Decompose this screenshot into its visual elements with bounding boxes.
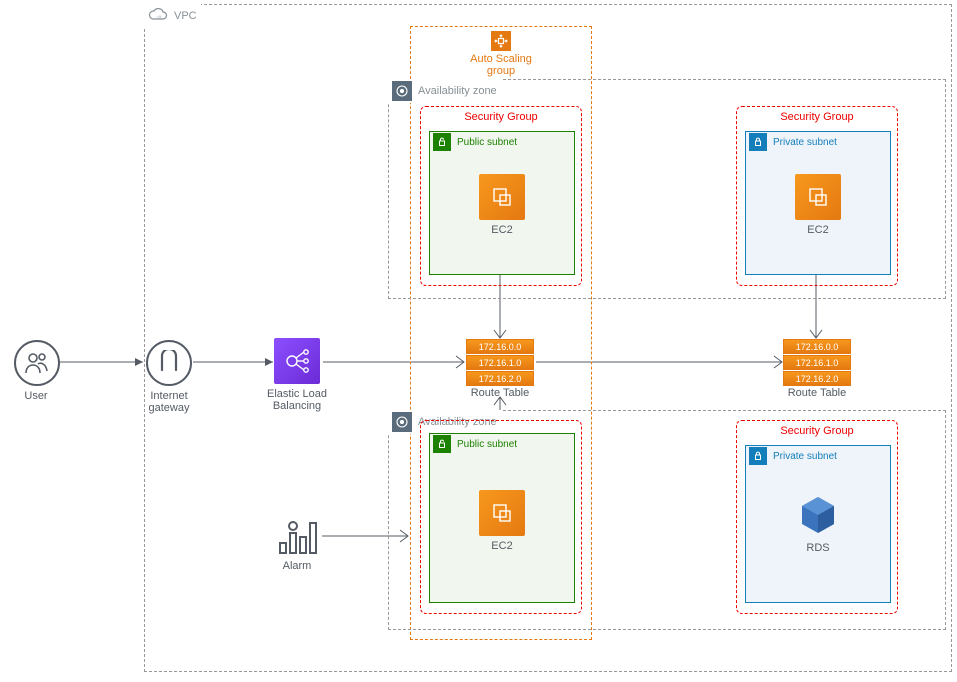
lock-icon bbox=[749, 447, 767, 465]
sg-label: Security Group bbox=[737, 425, 897, 437]
public-subnet-label: Public subnet bbox=[457, 439, 517, 450]
ec2-icon bbox=[479, 490, 525, 536]
ec2-node: EC2 bbox=[479, 174, 525, 236]
private-subnet-label: Private subnet bbox=[773, 451, 837, 462]
vpc-label: VPC bbox=[174, 10, 197, 22]
private-subnet-bottom: Private subnet RDS bbox=[745, 445, 891, 603]
auto-scaling-group-icon bbox=[491, 31, 511, 51]
route-entry: 172.16.2.0 bbox=[783, 371, 851, 386]
route-table-label: Route Table bbox=[466, 387, 534, 399]
security-group-bottom-left: Public subnet EC2 bbox=[420, 420, 582, 614]
rds-label: RDS bbox=[795, 542, 841, 554]
ec2-icon bbox=[795, 174, 841, 220]
route-table-left: 172.16.0.0 172.16.1.0 172.16.2.0 Route T… bbox=[466, 339, 534, 399]
rds-node: RDS bbox=[795, 492, 841, 554]
security-group-bottom-right: Security Group Private subnet RDS bbox=[736, 420, 898, 614]
lock-icon bbox=[433, 133, 451, 151]
alarm-icon bbox=[276, 516, 318, 558]
az-label: Availability zone bbox=[418, 85, 497, 97]
elastic-load-balancing-icon bbox=[274, 338, 320, 384]
ec2-node: EC2 bbox=[795, 174, 841, 236]
route-entry: 172.16.1.0 bbox=[783, 355, 851, 370]
alarm-label: Alarm bbox=[276, 560, 318, 572]
user-label: User bbox=[14, 390, 58, 402]
internet-gateway-icon bbox=[146, 340, 192, 386]
route-entry: 172.16.0.0 bbox=[466, 339, 534, 354]
rds-icon bbox=[795, 492, 841, 538]
ec2-icon bbox=[479, 174, 525, 220]
route-table-label: Route Table bbox=[783, 387, 851, 399]
private-subnet-label: Private subnet bbox=[773, 137, 837, 148]
vpc-icon bbox=[148, 6, 168, 26]
availability-zone-icon bbox=[392, 412, 412, 432]
public-subnet-top: Public subnet EC2 bbox=[429, 131, 575, 275]
public-subnet-label: Public subnet bbox=[457, 137, 517, 148]
availability-zone-icon bbox=[392, 81, 412, 101]
users-icon bbox=[14, 340, 60, 386]
elb-label: Elastic Load Balancing bbox=[262, 388, 332, 412]
lock-icon bbox=[433, 435, 451, 453]
igw-label: Internet gateway bbox=[146, 390, 192, 414]
private-subnet-top: Private subnet EC2 bbox=[745, 131, 891, 275]
user-node: User bbox=[14, 340, 60, 402]
route-entry: 172.16.1.0 bbox=[466, 355, 534, 370]
elb-node: Elastic Load Balancing bbox=[274, 338, 332, 412]
alarm-node: Alarm bbox=[276, 516, 318, 572]
route-table-right: 172.16.0.0 172.16.1.0 172.16.2.0 Route T… bbox=[783, 339, 851, 399]
route-entry: 172.16.0.0 bbox=[783, 339, 851, 354]
security-group-top-left: Security Group Public subnet EC2 bbox=[420, 106, 582, 286]
sg-label: Security Group bbox=[421, 111, 581, 123]
igw-node: Internet gateway bbox=[146, 340, 192, 414]
ec2-label: EC2 bbox=[479, 224, 525, 236]
ec2-label: EC2 bbox=[479, 540, 525, 552]
lock-icon bbox=[749, 133, 767, 151]
public-subnet-bottom: Public subnet EC2 bbox=[429, 433, 575, 603]
ec2-node: EC2 bbox=[479, 490, 525, 552]
security-group-top-right: Security Group Private subnet EC2 bbox=[736, 106, 898, 286]
ec2-label: EC2 bbox=[795, 224, 841, 236]
route-entry: 172.16.2.0 bbox=[466, 371, 534, 386]
asg-label: Auto Scaling group bbox=[456, 53, 546, 77]
sg-label: Security Group bbox=[737, 111, 897, 123]
